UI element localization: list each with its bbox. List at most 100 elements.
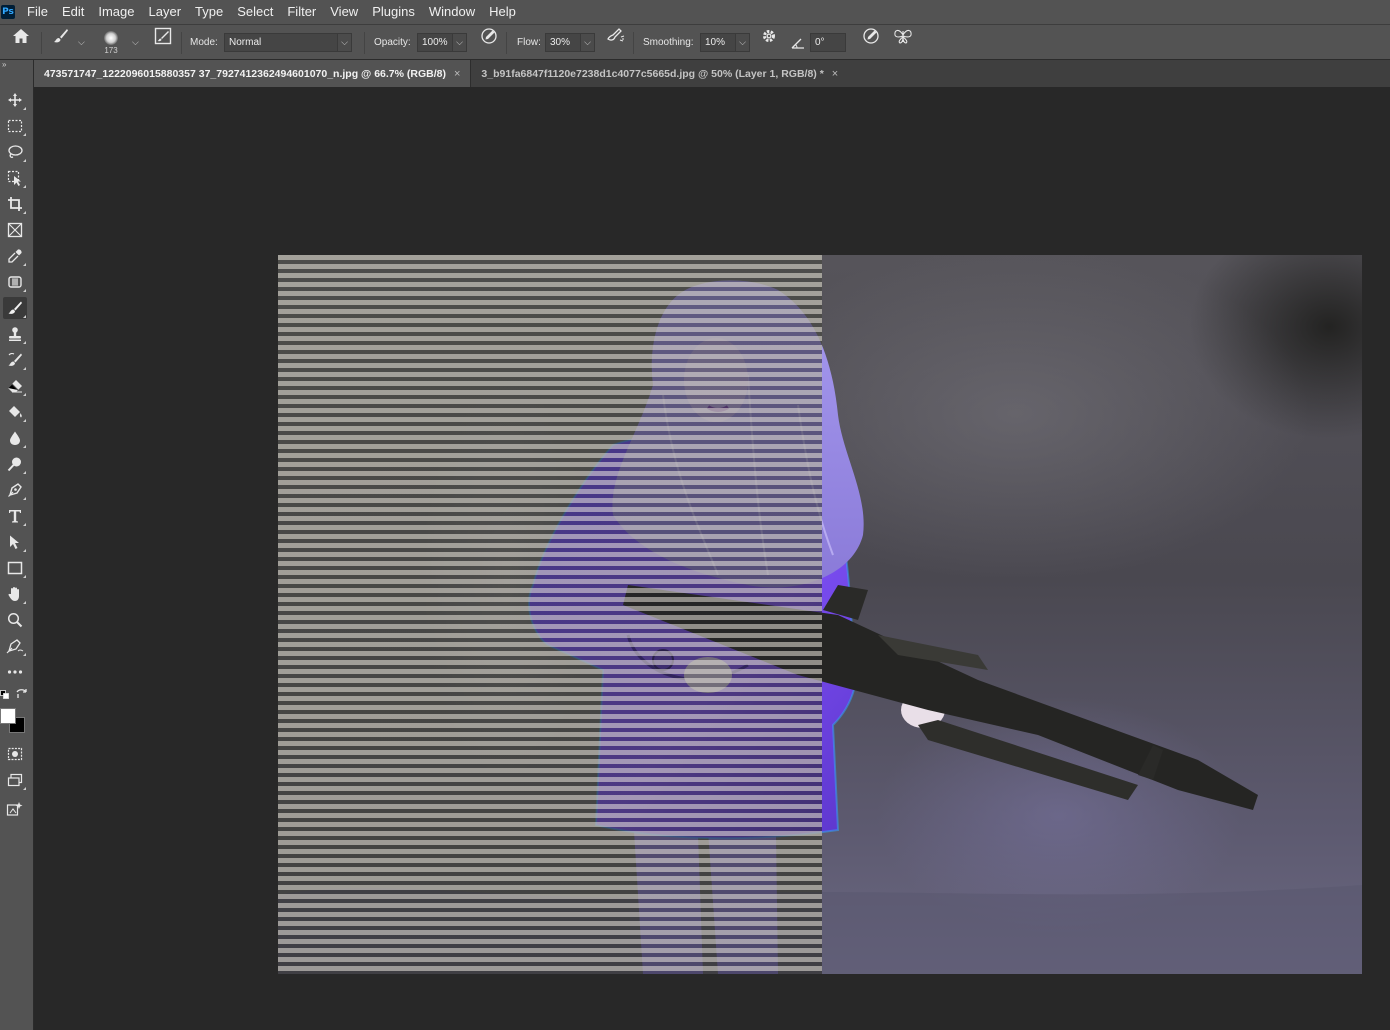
menu-help[interactable]: Help bbox=[482, 0, 523, 24]
clone-stamp-tool[interactable] bbox=[3, 323, 27, 345]
quick-mask-button[interactable] bbox=[3, 743, 27, 765]
ellipsis-icon bbox=[7, 670, 23, 674]
move-icon bbox=[8, 93, 22, 107]
more-tools-button[interactable] bbox=[3, 661, 27, 683]
quick-mask-icon bbox=[7, 747, 23, 761]
document-tab-active[interactable]: 473571747_1222096015880357 37_7927412362… bbox=[34, 60, 471, 87]
opacity-label: Opacity: bbox=[374, 37, 411, 48]
object-selection-tool[interactable] bbox=[3, 167, 27, 189]
horizontal-stripe-overlay bbox=[278, 255, 822, 974]
document-tab-inactive[interactable]: 3_b91fa6847f1120e7238d1c4077c5665d.jpg @… bbox=[470, 60, 848, 87]
paint-bucket-tool[interactable] bbox=[3, 401, 27, 423]
canvas-workspace[interactable] bbox=[35, 87, 1390, 1030]
mode-value: Normal bbox=[224, 33, 338, 52]
menu-edit[interactable]: Edit bbox=[55, 0, 91, 24]
zoom-icon bbox=[7, 612, 23, 628]
frame-icon bbox=[7, 222, 23, 238]
path-selection-icon bbox=[10, 535, 19, 549]
eyedropper-tool[interactable] bbox=[3, 245, 27, 267]
opacity-input[interactable]: 100% ⌵ bbox=[417, 25, 467, 60]
document-canvas[interactable] bbox=[278, 255, 1362, 974]
zoom-tool[interactable] bbox=[3, 609, 27, 631]
lasso-tool[interactable] bbox=[3, 141, 27, 163]
menu-select[interactable]: Select bbox=[230, 0, 280, 24]
rectangular-marquee-icon bbox=[7, 119, 23, 133]
airbrush-toggle[interactable] bbox=[604, 25, 626, 47]
path-selection-tool[interactable] bbox=[3, 531, 27, 553]
smoothing-settings-button[interactable] bbox=[758, 25, 780, 47]
chevron-down-icon: ⌵ bbox=[78, 37, 85, 47]
brush-preset-dropdown[interactable]: ⌵ bbox=[78, 25, 85, 60]
menu-view[interactable]: View bbox=[323, 0, 365, 24]
hand-tool[interactable] bbox=[3, 583, 27, 605]
home-button[interactable] bbox=[10, 25, 32, 47]
marquee-tool[interactable] bbox=[3, 115, 27, 137]
chevron-down-icon: ⌵ bbox=[581, 33, 595, 52]
rectangle-icon bbox=[7, 561, 23, 575]
opacity-value: 100% bbox=[417, 33, 453, 52]
stamp-icon bbox=[9, 327, 21, 341]
angle-value: 0° bbox=[810, 33, 846, 52]
screen-mode-button[interactable] bbox=[3, 769, 27, 791]
brush-icon bbox=[54, 29, 68, 43]
pressure-opacity-toggle[interactable] bbox=[478, 25, 500, 47]
close-icon[interactable]: × bbox=[454, 68, 460, 80]
menu-image[interactable]: Image bbox=[91, 0, 141, 24]
pen-tool[interactable] bbox=[3, 479, 27, 501]
smoothing-input[interactable]: 10% ⌵ bbox=[700, 25, 750, 60]
angle-icon bbox=[790, 25, 806, 60]
mode-select[interactable]: Normal ⌵ bbox=[224, 25, 352, 60]
lasso-icon bbox=[8, 145, 23, 158]
menu-plugins[interactable]: Plugins bbox=[365, 0, 422, 24]
dodge-icon bbox=[7, 457, 21, 472]
generative-fill-button[interactable] bbox=[3, 798, 27, 820]
dodge-tool[interactable] bbox=[3, 453, 27, 475]
pressure-size-icon bbox=[863, 28, 879, 44]
default-colors-icon[interactable] bbox=[0, 689, 10, 699]
blur-tool[interactable] bbox=[3, 427, 27, 449]
hand-icon bbox=[8, 587, 19, 601]
crop-tool[interactable] bbox=[3, 193, 27, 215]
pressure-size-toggle[interactable] bbox=[860, 25, 882, 47]
document-tab-bar: 473571747_1222096015880357 37_7927412362… bbox=[34, 60, 1390, 87]
edit-toolbar-tool[interactable] bbox=[3, 635, 27, 657]
foreground-color-swatch[interactable] bbox=[0, 708, 16, 724]
eyedropper-icon bbox=[8, 249, 22, 263]
menu-layer[interactable]: Layer bbox=[142, 0, 189, 24]
rectangle-tool[interactable] bbox=[3, 557, 27, 579]
angle-input[interactable]: 0° bbox=[810, 25, 846, 60]
frame-tool[interactable] bbox=[3, 219, 27, 241]
chevron-down-icon: ⌵ bbox=[453, 33, 467, 52]
flow-value: 30% bbox=[545, 33, 581, 52]
brush-size-picker[interactable]: 173 bbox=[104, 25, 118, 60]
eraser-tool[interactable] bbox=[3, 375, 27, 397]
crop-icon bbox=[8, 197, 22, 211]
menu-filter[interactable]: Filter bbox=[280, 0, 323, 24]
flow-input[interactable]: 30% ⌵ bbox=[545, 25, 595, 60]
swap-colors-icon[interactable] bbox=[15, 688, 29, 700]
close-icon[interactable]: × bbox=[832, 68, 838, 80]
photoshop-logo-icon[interactable]: Ps bbox=[1, 5, 15, 19]
menu-bar: Ps File Edit Image Layer Type Select Fil… bbox=[0, 0, 1390, 24]
brush-preset-button[interactable] bbox=[50, 25, 72, 47]
water-drop-icon bbox=[10, 431, 20, 445]
brush-size-dropdown[interactable]: ⌵ bbox=[132, 25, 139, 60]
menu-type[interactable]: Type bbox=[188, 0, 230, 24]
menu-window[interactable]: Window bbox=[422, 0, 482, 24]
history-brush-tool[interactable] bbox=[3, 349, 27, 371]
paint-bucket-icon bbox=[9, 406, 22, 418]
brush-settings-panel-toggle[interactable] bbox=[152, 25, 174, 47]
move-tool[interactable] bbox=[3, 89, 27, 111]
tools-panel: » bbox=[0, 60, 34, 1030]
symmetry-button[interactable] bbox=[892, 25, 914, 47]
home-icon bbox=[13, 29, 29, 43]
smoothing-value: 10% bbox=[700, 33, 736, 52]
airbrush-icon bbox=[607, 28, 625, 42]
chevron-down-icon: ⌵ bbox=[736, 33, 750, 52]
brush-tool[interactable] bbox=[3, 297, 27, 319]
collapse-chevrons-icon[interactable]: » bbox=[0, 60, 33, 70]
type-tool[interactable] bbox=[3, 505, 27, 527]
menu-file[interactable]: File bbox=[21, 0, 55, 24]
healing-brush-tool[interactable] bbox=[3, 271, 27, 293]
butterfly-icon bbox=[894, 29, 912, 44]
